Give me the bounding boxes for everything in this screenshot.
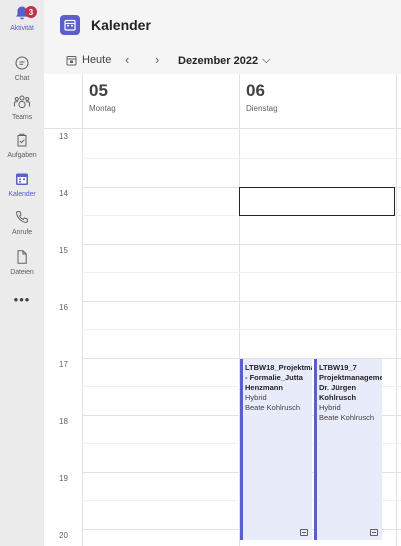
header-divider [44, 128, 401, 129]
today-icon [66, 55, 77, 65]
app-rail: 3 Aktivität Chat Teams Aufgaben Kalender… [0, 0, 44, 546]
notification-badge: 3 [25, 6, 37, 18]
hour-label: 19 [59, 474, 68, 483]
calendar-app-icon [60, 15, 80, 35]
hour-label: 13 [59, 132, 68, 141]
event-mode: Hybrid [319, 403, 341, 412]
rail-label-calls: Anrufe [11, 229, 33, 236]
day-number: 06 [246, 81, 265, 100]
half-hour-line [82, 329, 401, 330]
today-button[interactable]: Heute [66, 54, 111, 66]
half-hour-line [82, 158, 401, 159]
calendar-toolbar: Heute ‹ › Dezember 2022 ⌵ [44, 50, 401, 74]
more-apps-button[interactable]: ••• [0, 292, 44, 307]
rail-item-activity[interactable]: 3 Aktivität [0, 4, 44, 42]
hour-line [82, 301, 401, 302]
today-label: Heute [82, 54, 112, 66]
rail-label-activity: Aktivität [10, 25, 34, 32]
event-organizer: Beate Kohlrusch [245, 403, 301, 412]
meeting-chat-icon [300, 529, 308, 536]
rail-item-files[interactable]: Dateien [0, 248, 44, 286]
hour-label: 17 [59, 360, 68, 369]
meeting-chat-icon [370, 529, 378, 536]
day-name: Dienstag [246, 104, 278, 113]
calendar-event[interactable]: LTBW19_7 Projektmanagement Dr. Jürgen Ko… [314, 359, 382, 540]
hour-label: 16 [59, 303, 68, 312]
day-name: Montag [89, 104, 116, 113]
chat-icon [13, 54, 31, 72]
rail-label-tasks: Aufgaben [7, 152, 37, 159]
event-organizer: Beate Kohlrusch [319, 413, 375, 422]
teams-icon [13, 93, 31, 111]
hour-label: 18 [59, 417, 68, 426]
rail-label-teams: Teams [11, 114, 33, 121]
rail-label-chat: Chat [14, 75, 30, 82]
rail-item-teams[interactable]: Teams [0, 93, 44, 131]
app-header: Kalender [44, 0, 401, 50]
day-header-monday[interactable]: 05 Montag [82, 74, 239, 128]
selected-time-slot[interactable] [239, 187, 395, 216]
rail-item-calendar[interactable]: Kalender [0, 170, 44, 208]
previous-week-button[interactable]: ‹ [125, 52, 129, 67]
event-mode: Hybrid [245, 393, 267, 402]
day-number: 05 [89, 81, 108, 100]
phone-icon [13, 208, 31, 226]
event-title: LTBW19_7 Projektmanagement Dr. Jürgen Ko… [319, 363, 382, 402]
rail-label-files: Dateien [10, 269, 34, 276]
tasks-icon [13, 131, 31, 149]
half-hour-line [82, 272, 401, 273]
hour-label: 15 [59, 246, 68, 255]
next-week-button[interactable]: › [155, 52, 159, 67]
rail-label-calendar: Kalender [8, 191, 36, 198]
hour-label: 20 [59, 531, 68, 540]
page-title: Kalender [91, 17, 151, 33]
chevron-down-icon: ⌵ [262, 54, 271, 66]
month-picker[interactable]: Dezember 2022 ⌵ [178, 54, 270, 67]
rail-item-chat[interactable]: Chat [0, 54, 44, 92]
hour-label: 14 [59, 189, 68, 198]
calendar-grid: 05 Montag 06 Dienstag 13 14 15 16 17 18 … [44, 74, 401, 546]
file-icon [13, 248, 31, 266]
column-divider [82, 74, 83, 546]
month-label: Dezember 2022 [178, 54, 259, 67]
day-header-tuesday[interactable]: 06 Dienstag [239, 74, 396, 128]
rail-item-calls[interactable]: Anrufe [0, 208, 44, 246]
rail-item-tasks[interactable]: Aufgaben [0, 131, 44, 169]
calendar-event[interactable]: LTBW18_Projektmanagement - Formalie_Jutt… [240, 359, 312, 540]
event-title: LTBW18_Projektmanagement - Formalie_Jutt… [245, 363, 312, 392]
column-divider [396, 74, 397, 546]
hour-line [82, 244, 401, 245]
calendar-icon [13, 170, 31, 188]
